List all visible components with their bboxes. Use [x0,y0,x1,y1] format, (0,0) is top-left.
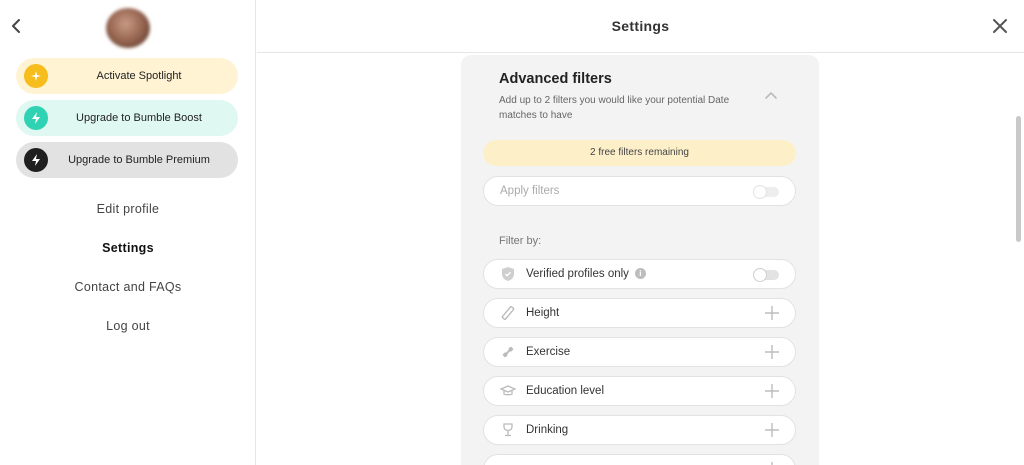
wine-glass-icon [500,422,516,438]
apply-filters-label: Apply filters [500,185,560,197]
plus-icon[interactable] [765,423,779,437]
scrollbar-thumb[interactable] [1016,116,1021,242]
exercise-icon [500,344,516,360]
activate-spotlight-button[interactable]: Activate Spotlight [16,58,238,94]
filter-row-partial[interactable] [483,454,796,465]
filter-by-label: Filter by: [499,235,542,247]
sidebar-item-edit-profile[interactable]: Edit profile [0,202,256,216]
boost-lightning-icon [24,106,48,130]
plus-icon[interactable] [765,384,779,398]
sidebar-item-contact-faqs[interactable]: Contact and FAQs [0,280,256,294]
advanced-filters-title: Advanced filters [499,71,612,87]
verified-profiles-label: Verified profiles only i [526,268,646,280]
back-arrow-icon[interactable] [8,16,24,36]
sidebar-item-settings[interactable]: Settings [0,241,256,255]
advanced-filters-card: Advanced filters Add up to 2 filters you… [461,55,819,465]
graduation-cap-icon [500,383,516,399]
avatar[interactable] [106,8,150,48]
filter-row-height[interactable]: Height [483,298,796,328]
sidebar: Activate Spotlight Upgrade to Bumble Boo… [0,0,256,465]
shield-icon [500,266,516,282]
free-filters-banner: 2 free filters remaining [483,140,796,166]
upgrade-boost-button[interactable]: Upgrade to Bumble Boost [16,100,238,136]
sidebar-item-log-out[interactable]: Log out [0,319,256,333]
verified-profiles-toggle[interactable] [753,268,779,282]
filter-row-education[interactable]: Education level [483,376,796,406]
boost-label: Upgrade to Bumble Boost [76,112,202,124]
info-icon[interactable]: i [634,268,646,280]
filter-label-education: Education level [526,385,604,397]
plus-icon[interactable] [765,345,779,359]
filter-row-drinking[interactable]: Drinking [483,415,796,445]
spotlight-label: Activate Spotlight [96,70,182,82]
upgrade-premium-button[interactable]: Upgrade to Bumble Premium [16,142,238,178]
ruler-icon [500,305,516,321]
advanced-filters-description: Add up to 2 filters you would like your … [499,95,730,121]
header: Settings [257,0,1024,53]
premium-label: Upgrade to Bumble Premium [68,154,210,166]
spotlight-icon [24,64,48,88]
filter-label-height: Height [526,307,560,319]
apply-filters-row: Apply filters [483,176,796,206]
verified-profiles-row[interactable]: Verified profiles only i [483,259,796,289]
filter-row-exercise[interactable]: Exercise [483,337,796,367]
filter-label-drinking: Drinking [526,424,569,436]
close-icon[interactable] [992,18,1008,34]
page-title: Settings [611,18,670,34]
apply-filters-toggle[interactable] [753,185,779,199]
plus-icon[interactable] [765,306,779,320]
chevron-up-icon[interactable] [763,89,779,101]
premium-lightning-icon [24,148,48,172]
filter-label-exercise: Exercise [526,346,571,358]
